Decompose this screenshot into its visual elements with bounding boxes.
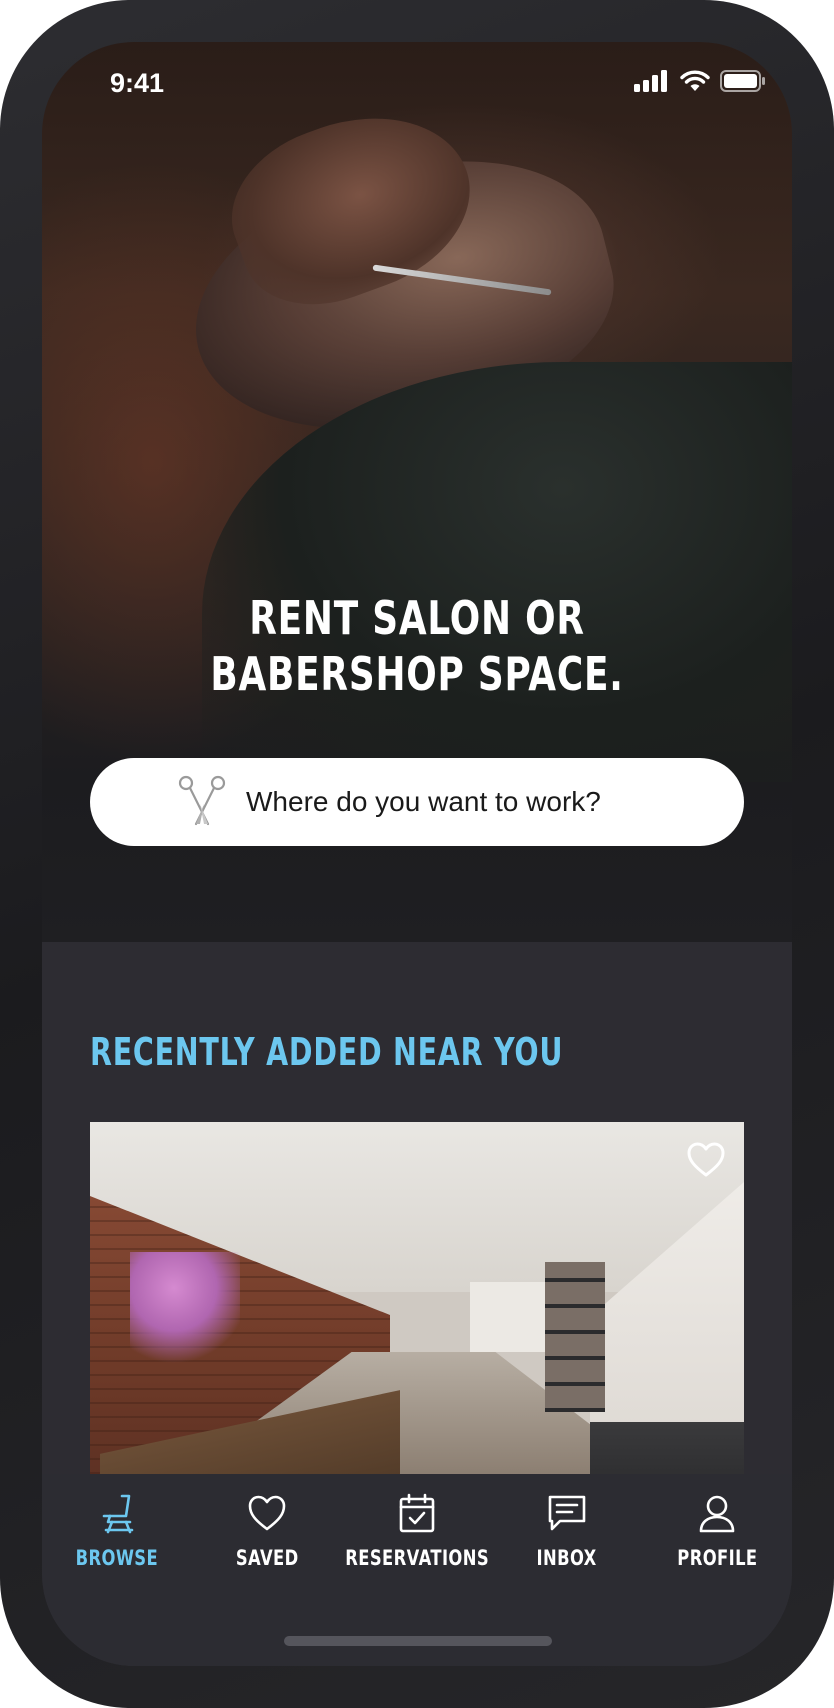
calendar-check-icon [399, 1493, 435, 1533]
listing-photo-flowers [130, 1252, 240, 1372]
hero-title-line-2: BABERSHOP SPACE. [210, 647, 624, 701]
salon-chair-icon [102, 1494, 134, 1534]
tab-reservations[interactable]: RESERVATIONS [342, 1492, 492, 1582]
listing-photo-shelf [545, 1262, 605, 1412]
scissors-icon [178, 774, 226, 830]
hero-title-line-1: RENT SALON OR [249, 591, 585, 645]
tab-profile[interactable]: PROFILE [642, 1492, 792, 1582]
tab-browse-label: BROWSE [75, 1546, 159, 1570]
tab-saved[interactable]: SAVED [192, 1492, 342, 1582]
tab-inbox-label: INBOX [536, 1546, 598, 1570]
status-time: 9:41 [110, 68, 165, 98]
search-placeholder: Where do you want to work? [246, 786, 601, 817]
search-bar[interactable]: Where do you want to work? [90, 758, 744, 846]
tab-browse[interactable]: BROWSE [42, 1492, 192, 1582]
phone-frame: 9:41 RENT SALON OR BABERSHOP SPACE. Wher… [0, 0, 834, 1708]
tab-profile-label: PROFILE [676, 1546, 758, 1570]
wifi-icon [680, 70, 710, 91]
user-icon [699, 1495, 735, 1533]
home-indicator[interactable] [284, 1636, 552, 1646]
heart-icon [248, 1495, 286, 1531]
heart-outline-icon[interactable] [686, 1140, 726, 1180]
battery-icon [720, 70, 765, 92]
hero-photo-cape [202, 362, 792, 782]
cellular-signal-icon [634, 70, 667, 92]
section-title-recently-added: RECENTLY ADDED NEAR YOU [90, 1030, 564, 1074]
tab-saved-label: SAVED [235, 1546, 299, 1570]
app-screen: 9:41 RENT SALON OR BABERSHOP SPACE. Wher… [42, 42, 792, 1666]
tab-reservations-label: RESERVATIONS [345, 1546, 489, 1570]
hero-title: RENT SALON OR BABERSHOP SPACE. [125, 590, 710, 702]
tab-inbox[interactable]: INBOX [492, 1492, 642, 1582]
status-icons [634, 70, 766, 92]
message-icon [548, 1495, 586, 1531]
